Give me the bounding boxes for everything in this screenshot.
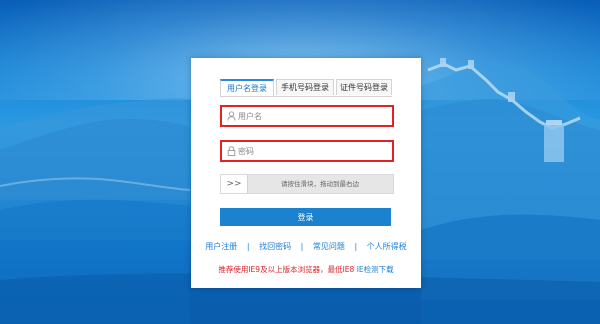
- login-card: 用户名登录 手机号码登录 证件号码登录 >>: [191, 58, 421, 288]
- link-separator: |: [246, 242, 250, 251]
- login-page: 用户名登录 手机号码登录 证件号码登录 >>: [0, 0, 600, 324]
- tab-phone-login[interactable]: 手机号码登录: [276, 79, 334, 95]
- tab-username-login[interactable]: 用户名登录: [220, 79, 274, 96]
- password-input[interactable]: [238, 143, 388, 159]
- slider-handle[interactable]: >>: [221, 175, 248, 193]
- lock-icon: [224, 142, 238, 160]
- slide-verify: >> 请按住滑块，拖动到最右边: [220, 174, 394, 194]
- ie-check-download-link[interactable]: IE检测下载: [357, 265, 394, 274]
- browser-notice-text: 推荐使用IE9及以上版本浏览器，最低IE8: [218, 265, 355, 274]
- footer-links: 用户注册 | 找回密码 | 常见问题 | 个人所得税: [191, 241, 421, 252]
- forgot-password-link[interactable]: 找回密码: [259, 242, 291, 251]
- personal-tax-link[interactable]: 个人所得税: [367, 242, 407, 251]
- faq-link[interactable]: 常见问题: [313, 242, 345, 251]
- browser-notice: 推荐使用IE9及以上版本浏览器，最低IE8 IE检测下载: [191, 264, 421, 275]
- register-link[interactable]: 用户注册: [205, 242, 237, 251]
- password-field: [220, 140, 394, 162]
- login-button[interactable]: 登录: [220, 208, 391, 226]
- username-field: [220, 105, 394, 127]
- username-input[interactable]: [238, 108, 388, 124]
- login-tabs: 用户名登录 手机号码登录 证件号码登录: [220, 79, 392, 97]
- tab-id-login[interactable]: 证件号码登录: [336, 79, 392, 95]
- link-separator: |: [354, 242, 358, 251]
- slider-text: 请按住滑块，拖动到最右边: [281, 180, 359, 188]
- user-icon: [224, 107, 238, 125]
- link-separator: |: [300, 242, 304, 251]
